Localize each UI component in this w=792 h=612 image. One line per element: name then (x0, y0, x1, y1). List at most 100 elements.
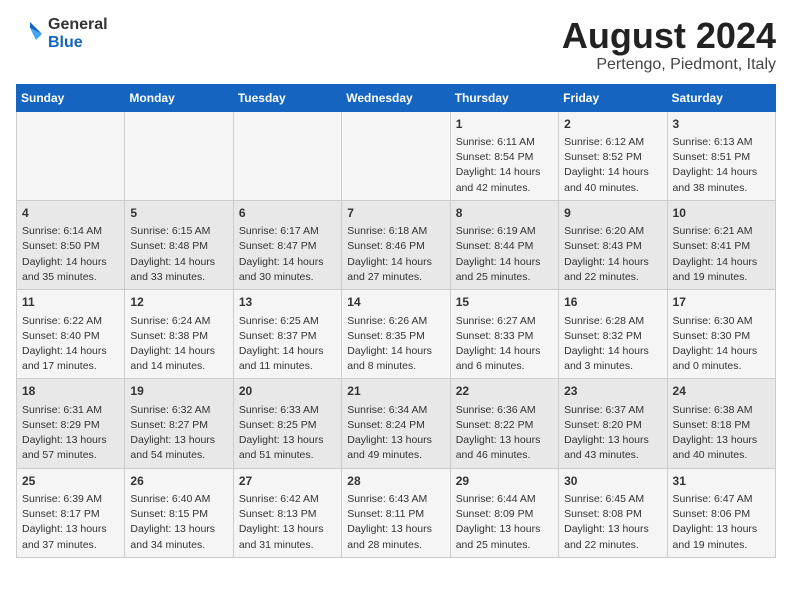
day-info: Sunrise: 6:20 AM (564, 224, 661, 239)
day-info: Sunset: 8:40 PM (22, 329, 119, 344)
day-info: Sunrise: 6:14 AM (22, 224, 119, 239)
calendar-cell: 6Sunrise: 6:17 AMSunset: 8:47 PMDaylight… (233, 200, 341, 289)
day-info: and 11 minutes. (239, 359, 336, 374)
day-info: Daylight: 14 hours (239, 344, 336, 359)
day-info: Sunrise: 6:43 AM (347, 492, 444, 507)
day-info: Daylight: 14 hours (347, 255, 444, 270)
day-info: Sunset: 8:06 PM (673, 507, 770, 522)
day-info: and 19 minutes. (673, 538, 770, 553)
day-number: 8 (456, 205, 553, 222)
day-info: Sunrise: 6:28 AM (564, 314, 661, 329)
day-info: and 25 minutes. (456, 538, 553, 553)
header-monday: Monday (125, 84, 233, 111)
calendar-cell: 18Sunrise: 6:31 AMSunset: 8:29 PMDayligh… (17, 379, 125, 468)
day-info: Sunrise: 6:15 AM (130, 224, 227, 239)
title-block: August 2024 Pertengo, Piedmont, Italy (562, 16, 776, 74)
day-info: Sunrise: 6:21 AM (673, 224, 770, 239)
day-info: Sunset: 8:32 PM (564, 329, 661, 344)
day-number: 19 (130, 383, 227, 400)
day-number: 31 (673, 473, 770, 490)
day-info: Daylight: 14 hours (347, 344, 444, 359)
calendar-cell (17, 111, 125, 200)
day-info: Daylight: 13 hours (347, 433, 444, 448)
day-info: Sunrise: 6:31 AM (22, 403, 119, 418)
day-info: Sunset: 8:46 PM (347, 239, 444, 254)
logo-blue-text: Blue (48, 34, 108, 52)
day-info: and 38 minutes. (673, 181, 770, 196)
day-info: Daylight: 14 hours (456, 344, 553, 359)
day-number: 24 (673, 383, 770, 400)
day-info: Daylight: 14 hours (673, 344, 770, 359)
day-info: Sunset: 8:09 PM (456, 507, 553, 522)
day-info: Sunset: 8:08 PM (564, 507, 661, 522)
day-info: and 51 minutes. (239, 448, 336, 463)
day-info: Sunset: 8:27 PM (130, 418, 227, 433)
day-number: 28 (347, 473, 444, 490)
day-info: Sunset: 8:43 PM (564, 239, 661, 254)
day-info: Daylight: 14 hours (673, 255, 770, 270)
day-info: and 42 minutes. (456, 181, 553, 196)
calendar-cell: 21Sunrise: 6:34 AMSunset: 8:24 PMDayligh… (342, 379, 450, 468)
day-info: Sunrise: 6:24 AM (130, 314, 227, 329)
day-info: Daylight: 14 hours (22, 344, 119, 359)
calendar-cell: 24Sunrise: 6:38 AMSunset: 8:18 PMDayligh… (667, 379, 775, 468)
day-info: Sunset: 8:41 PM (673, 239, 770, 254)
day-info: and 40 minutes. (673, 448, 770, 463)
day-info: Daylight: 13 hours (456, 433, 553, 448)
day-info: Sunset: 8:18 PM (673, 418, 770, 433)
logo: General Blue (16, 16, 108, 51)
day-info: Daylight: 13 hours (673, 522, 770, 537)
day-info: Sunset: 8:30 PM (673, 329, 770, 344)
calendar-cell (125, 111, 233, 200)
day-info: and 22 minutes. (564, 270, 661, 285)
day-number: 12 (130, 294, 227, 311)
calendar-cell: 8Sunrise: 6:19 AMSunset: 8:44 PMDaylight… (450, 200, 558, 289)
day-info: Sunset: 8:35 PM (347, 329, 444, 344)
day-number: 18 (22, 383, 119, 400)
day-info: Sunrise: 6:37 AM (564, 403, 661, 418)
day-info: Sunset: 8:51 PM (673, 150, 770, 165)
day-info: Daylight: 13 hours (130, 522, 227, 537)
day-info: and 35 minutes. (22, 270, 119, 285)
calendar-cell: 22Sunrise: 6:36 AMSunset: 8:22 PMDayligh… (450, 379, 558, 468)
day-info: Sunset: 8:52 PM (564, 150, 661, 165)
page-header: General Blue August 2024 Pertengo, Piedm… (16, 16, 776, 74)
day-number: 29 (456, 473, 553, 490)
day-info: and 57 minutes. (22, 448, 119, 463)
calendar-header-row: SundayMondayTuesdayWednesdayThursdayFrid… (17, 84, 776, 111)
day-number: 7 (347, 205, 444, 222)
day-info: and 31 minutes. (239, 538, 336, 553)
day-info: Sunset: 8:29 PM (22, 418, 119, 433)
calendar-cell: 15Sunrise: 6:27 AMSunset: 8:33 PMDayligh… (450, 290, 558, 379)
day-info: and 49 minutes. (347, 448, 444, 463)
day-info: Sunrise: 6:22 AM (22, 314, 119, 329)
day-info: Sunrise: 6:44 AM (456, 492, 553, 507)
day-info: Sunset: 8:47 PM (239, 239, 336, 254)
day-info: Sunrise: 6:34 AM (347, 403, 444, 418)
calendar-cell: 13Sunrise: 6:25 AMSunset: 8:37 PMDayligh… (233, 290, 341, 379)
calendar-cell: 5Sunrise: 6:15 AMSunset: 8:48 PMDaylight… (125, 200, 233, 289)
day-info: Sunrise: 6:40 AM (130, 492, 227, 507)
day-info: Sunrise: 6:27 AM (456, 314, 553, 329)
day-info: Sunrise: 6:12 AM (564, 135, 661, 150)
day-info: Daylight: 14 hours (456, 165, 553, 180)
calendar-cell: 30Sunrise: 6:45 AMSunset: 8:08 PMDayligh… (559, 468, 667, 557)
day-info: and 28 minutes. (347, 538, 444, 553)
day-number: 22 (456, 383, 553, 400)
day-number: 4 (22, 205, 119, 222)
day-info: and 40 minutes. (564, 181, 661, 196)
day-info: and 8 minutes. (347, 359, 444, 374)
day-info: Sunrise: 6:39 AM (22, 492, 119, 507)
day-info: and 0 minutes. (673, 359, 770, 374)
calendar-cell: 27Sunrise: 6:42 AMSunset: 8:13 PMDayligh… (233, 468, 341, 557)
day-info: and 25 minutes. (456, 270, 553, 285)
day-number: 23 (564, 383, 661, 400)
day-number: 2 (564, 116, 661, 133)
day-info: and 46 minutes. (456, 448, 553, 463)
header-sunday: Sunday (17, 84, 125, 111)
calendar-cell (342, 111, 450, 200)
day-info: Sunset: 8:33 PM (456, 329, 553, 344)
day-number: 3 (673, 116, 770, 133)
day-info: Daylight: 14 hours (130, 344, 227, 359)
day-info: and 19 minutes. (673, 270, 770, 285)
